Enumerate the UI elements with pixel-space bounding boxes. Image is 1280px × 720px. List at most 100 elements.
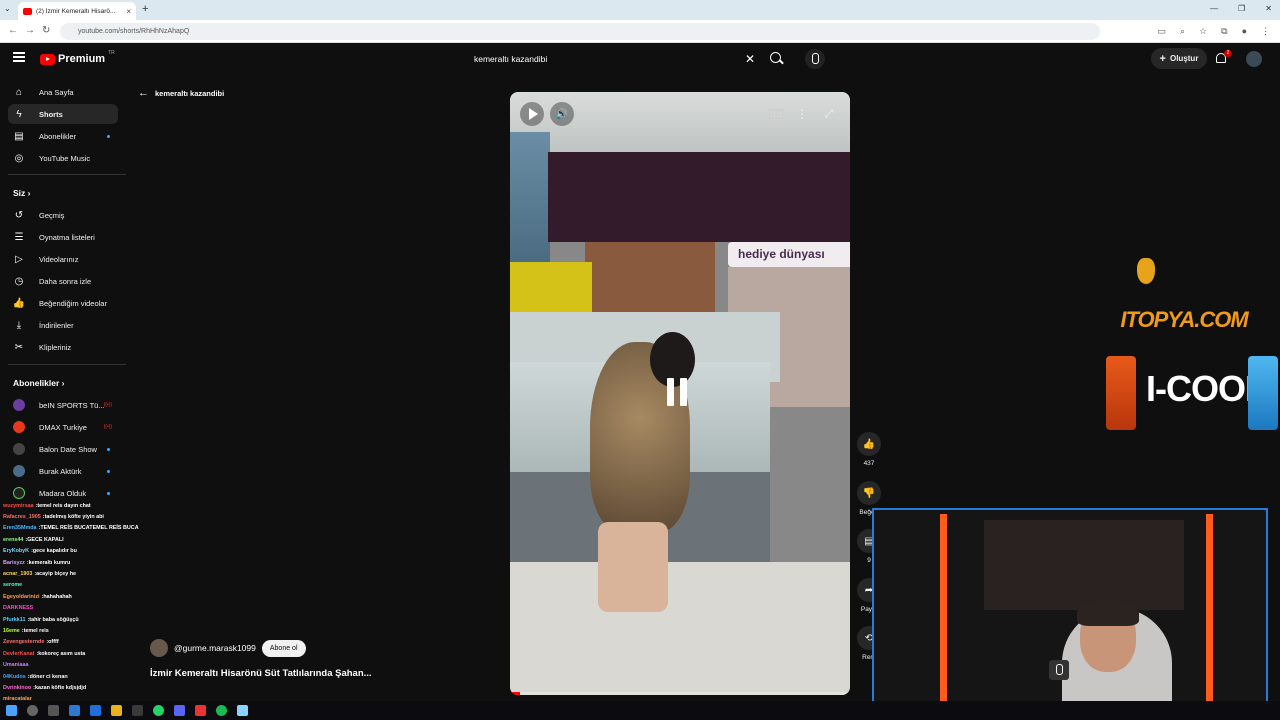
video-frame-awning bbox=[548, 152, 850, 242]
sidebar-channel[interactable]: Burak Aktürk bbox=[8, 461, 118, 481]
sidebar-item-music[interactable]: ◎ YouTube Music bbox=[8, 148, 118, 168]
task-view-icon[interactable] bbox=[48, 705, 59, 716]
start-icon[interactable] bbox=[6, 705, 17, 716]
sidebar-item-liked[interactable]: 👍 Beğendiğim videolar bbox=[8, 293, 118, 313]
tab-close-icon[interactable]: × bbox=[126, 7, 131, 16]
sidebar-item-clips[interactable]: ✂ Klipleriniz bbox=[8, 337, 118, 357]
chat-message: Eren35Mmda: TEMEL REİS BUCATEMEL REİS BU… bbox=[3, 523, 211, 534]
plus-icon: + bbox=[1159, 52, 1166, 65]
app-icon[interactable] bbox=[69, 705, 80, 716]
new-content-dot bbox=[107, 134, 110, 138]
cast-icon[interactable]: ▭ bbox=[1157, 26, 1166, 37]
channel-avatar bbox=[13, 443, 25, 455]
extensions-icon[interactable]: ⧉ bbox=[1221, 26, 1227, 37]
back-to-search-link[interactable]: ← kemeraltı kazandibi bbox=[138, 87, 224, 99]
new-tab-button[interactable]: + bbox=[142, 3, 148, 15]
sidebar-item-your-videos[interactable]: ▷ Videolarınız bbox=[8, 249, 118, 269]
sidebar-item-subscriptions[interactable]: ▤ Abonelikler bbox=[8, 126, 118, 146]
chat-text: döner ci kenan bbox=[29, 673, 68, 680]
youtube-play-logo-icon bbox=[40, 53, 55, 65]
bookmark-star-icon[interactable]: ☆ bbox=[1199, 26, 1207, 37]
whatsapp-icon[interactable] bbox=[153, 705, 164, 716]
chat-username: Pfurkk11 bbox=[3, 616, 26, 623]
fullscreen-button[interactable]: ⤢ bbox=[817, 102, 841, 126]
browser-menu-icon[interactable]: ⋮ bbox=[1261, 26, 1270, 37]
menu-icon[interactable] bbox=[13, 52, 25, 62]
url-field[interactable]: youtube.com/shorts/RhHhNzAhapQ bbox=[60, 23, 1100, 40]
youtube-logo[interactable]: Premium TR bbox=[40, 50, 115, 65]
search-icon[interactable] bbox=[770, 52, 781, 63]
chat-username: Eren35Mmda bbox=[3, 525, 37, 532]
chat-message: serome bbox=[3, 580, 211, 591]
sidebar-item-history[interactable]: ↺ Geçmiş bbox=[8, 205, 118, 225]
subscribe-button[interactable]: Abone ol bbox=[261, 639, 306, 657]
zoom-icon[interactable]: ⌕ bbox=[1180, 26, 1185, 37]
home-icon: ⌂ bbox=[15, 86, 23, 98]
profile-icon[interactable]: ● bbox=[1242, 26, 1247, 37]
sidebar-channel[interactable]: Balon Date Show bbox=[8, 439, 118, 459]
sidebar-channel[interactable]: DMAX Turkiye ((•)) bbox=[8, 417, 118, 437]
spotify-icon[interactable] bbox=[216, 705, 227, 716]
sidebar-item-label: YouTube Music bbox=[39, 153, 91, 163]
minimize-icon[interactable]: — bbox=[1210, 4, 1218, 13]
account-avatar[interactable] bbox=[1246, 51, 1262, 67]
chat-message: Barisyzz: kemeraltı kumru bbox=[3, 557, 211, 568]
sidebar-item-playlists[interactable]: ☰ Oynatma listeleri bbox=[8, 227, 118, 247]
channel-avatar bbox=[13, 487, 25, 499]
watch-later-icon: ◷ bbox=[14, 275, 24, 287]
chat-message: Zevengesternde: offff bbox=[3, 637, 211, 648]
sidebar-item-label: Shorts bbox=[39, 109, 63, 119]
app-icon[interactable] bbox=[237, 705, 248, 716]
sidebar-item-label: Daha sonra izle bbox=[39, 276, 92, 286]
search-input[interactable]: kemeraltı kazandibi bbox=[466, 48, 762, 70]
stream-chat-overlay: wuzymirsaa: temel reis dayın chat Rafacre… bbox=[3, 500, 211, 705]
maximize-icon[interactable]: ❐ bbox=[1238, 4, 1245, 13]
browser-tab[interactable]: (2) İzmir Kemeraltı Hisarö... × bbox=[18, 2, 136, 20]
video-progress-bar[interactable] bbox=[510, 692, 850, 695]
search-taskbar-icon[interactable] bbox=[27, 705, 38, 716]
play-button[interactable] bbox=[520, 102, 544, 126]
channel-avatar bbox=[13, 465, 25, 477]
sidebar-channel[interactable]: beIN SPORTS Tü... ((•)) bbox=[8, 395, 118, 415]
app-icon[interactable] bbox=[195, 705, 206, 716]
clear-search-icon[interactable]: ✕ bbox=[745, 52, 755, 66]
file-explorer-icon[interactable] bbox=[111, 705, 122, 716]
captions-button[interactable]: CC bbox=[764, 102, 788, 126]
chat-username: DARKNESS bbox=[3, 605, 34, 612]
subscriptions-section-heading[interactable]: Abonelikler › bbox=[13, 378, 65, 388]
back-label: kemeraltı kazandibi bbox=[155, 88, 225, 98]
chat-text: tadelmış köfte yiyin abi bbox=[44, 514, 104, 521]
window-close-icon[interactable]: ✕ bbox=[1265, 4, 1272, 13]
chat-username: wuzymirsaa bbox=[3, 502, 34, 509]
tab-title: (2) İzmir Kemeraltı Hisarö... bbox=[36, 7, 116, 15]
volume-button[interactable]: 🔊 bbox=[550, 102, 574, 126]
forward-nav-icon[interactable]: → bbox=[25, 25, 35, 36]
thumbs-up-icon: 👍 bbox=[857, 432, 881, 456]
tab-search-icon[interactable]: ⌄ bbox=[4, 4, 11, 13]
app-icon[interactable] bbox=[90, 705, 101, 716]
back-nav-icon[interactable]: ← bbox=[8, 25, 18, 36]
sidebar-item-downloads[interactable]: ⤓ İndirilenler bbox=[8, 315, 118, 335]
webcam-light-left bbox=[940, 514, 947, 714]
like-button[interactable]: 👍 437 bbox=[857, 432, 881, 467]
sidebar-item-label: Oynatma listeleri bbox=[39, 232, 95, 242]
more-options-button[interactable]: ⋮ bbox=[790, 102, 814, 126]
discord-icon[interactable] bbox=[174, 705, 185, 716]
you-section-heading[interactable]: Siz › bbox=[13, 188, 31, 198]
chat-text: gece kapalıdır bu bbox=[32, 548, 77, 555]
short-video-player[interactable]: hediye dünyası 🔊 CC ⋮ ⤢ bbox=[510, 92, 850, 695]
os-taskbar bbox=[0, 701, 1280, 720]
browser-taskbar-icon[interactable] bbox=[132, 705, 143, 716]
sidebar-item-home[interactable]: ⌂ Ana Sayfa bbox=[8, 82, 118, 102]
video-frame-floor bbox=[510, 562, 850, 695]
sidebar-item-watch-later[interactable]: ◷ Daha sonra izle bbox=[8, 271, 118, 291]
chat-message: 16eme: temel reis bbox=[3, 625, 211, 636]
clips-icon: ✂ bbox=[14, 341, 24, 353]
sidebar-item-shorts[interactable]: ϟ Shorts bbox=[8, 104, 118, 124]
create-button[interactable]: + Oluştur bbox=[1151, 48, 1207, 69]
chat-message: 04Kudos: döner ci kenan bbox=[3, 671, 211, 682]
reload-icon[interactable]: ↻ bbox=[42, 25, 50, 36]
webcam-shelf bbox=[984, 520, 1184, 610]
voice-search-icon[interactable] bbox=[805, 49, 825, 69]
webcam-microphone bbox=[1049, 660, 1069, 680]
